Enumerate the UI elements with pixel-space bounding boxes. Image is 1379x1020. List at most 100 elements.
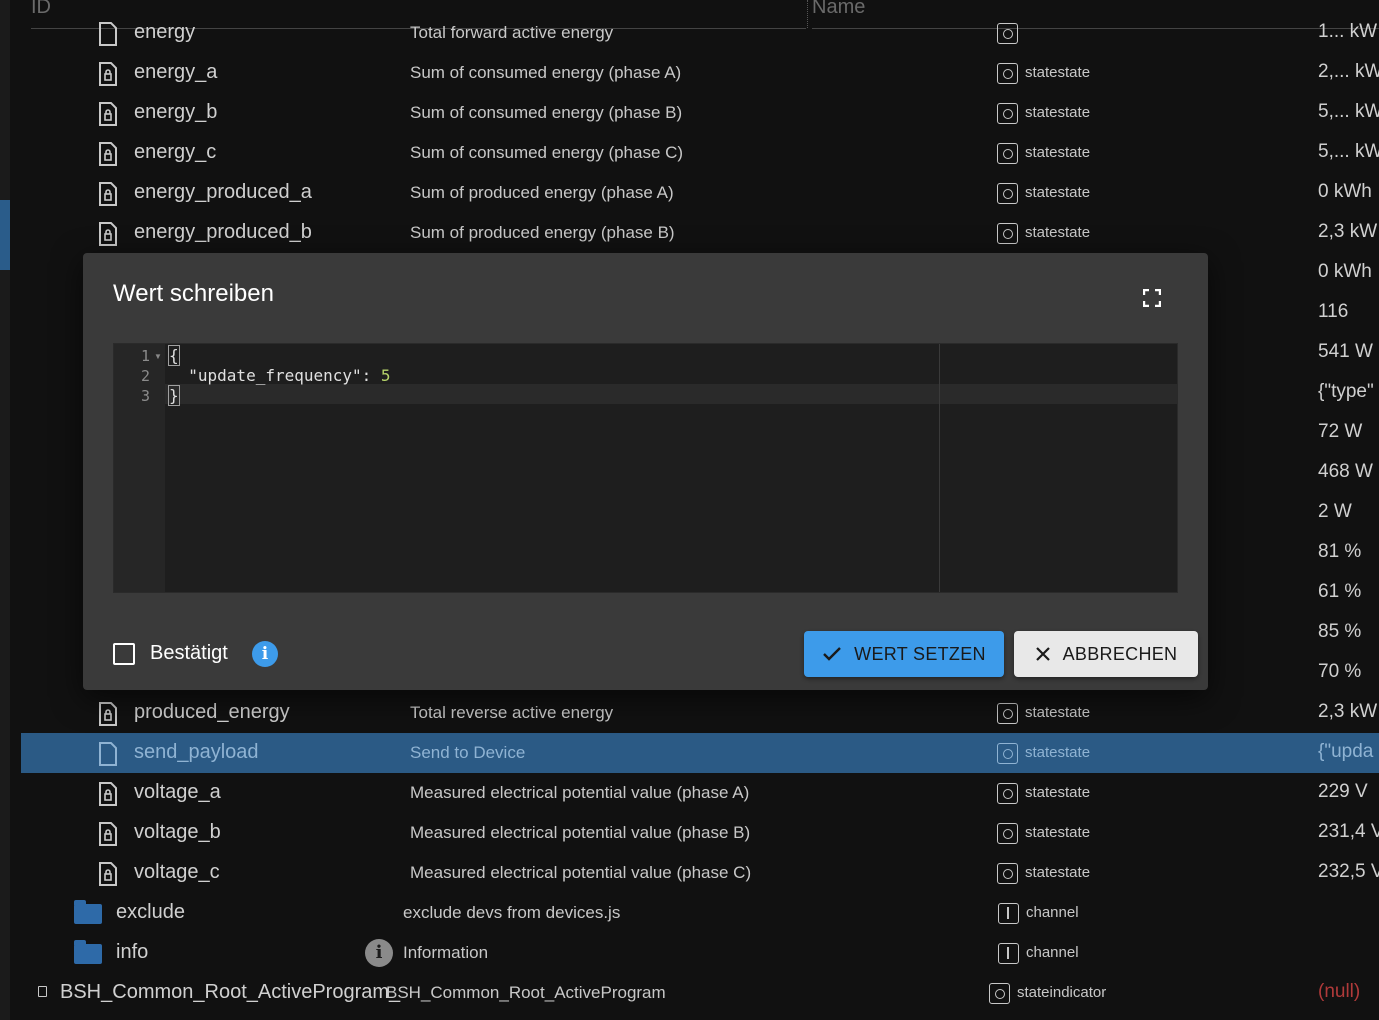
row-value[interactable]: 0 kWh	[1318, 181, 1372, 203]
editor-gutter: 1 ▼ 2 3	[114, 344, 165, 592]
file-lock-icon	[99, 822, 117, 846]
row-value[interactable]: 72 W	[1318, 421, 1362, 443]
row-role: statestate	[997, 783, 1090, 804]
state-icon	[997, 703, 1018, 724]
row-value[interactable]: 5,... kW	[1318, 101, 1379, 123]
row-value[interactable]: 468 W	[1318, 461, 1373, 483]
set-value-button[interactable]: WERT SETZEN	[804, 631, 1004, 677]
row-name: Measured electrical potential value (pha…	[410, 823, 751, 842]
row-id: info	[116, 941, 149, 963]
table-row[interactable]: voltage_c Measured electrical potential …	[21, 853, 1379, 893]
row-role: statestate	[997, 223, 1090, 244]
row-name: Sum of consumed energy (phase A)	[410, 63, 682, 82]
code-line-1: {	[168, 345, 180, 366]
row-value[interactable]: 2,3 kW	[1318, 701, 1377, 723]
file-lock-icon	[99, 782, 117, 806]
file-lock-icon	[99, 142, 117, 166]
row-name: Measured electrical potential value (pha…	[410, 863, 752, 882]
file-lock-icon	[99, 22, 117, 46]
state-icon	[997, 63, 1018, 84]
line-number: 3	[140, 387, 150, 405]
state-icon	[997, 23, 1018, 44]
row-name: exclude devs from devices.js	[403, 903, 621, 922]
left-panel-accent[interactable]	[0, 200, 10, 270]
state-icon	[997, 143, 1018, 164]
channel-icon	[998, 903, 1019, 924]
table-row[interactable]: produced_energy Total reverse active ene…	[21, 693, 1379, 733]
state-icon	[997, 863, 1018, 884]
row-id: energy	[134, 21, 196, 43]
print-margin	[939, 344, 940, 592]
active-line-highlight	[165, 384, 1177, 404]
row-value[interactable]: 61 %	[1318, 581, 1361, 603]
row-value[interactable]: 229 V	[1318, 781, 1368, 803]
row-id: energy_a	[134, 61, 218, 83]
code-line-2: "update_frequency": 5	[188, 366, 391, 385]
row-value[interactable]: 1... kW	[1318, 21, 1377, 43]
row-value[interactable]: 85 %	[1318, 621, 1361, 643]
table-row[interactable]: energy_produced_a Sum of produced energy…	[21, 173, 1379, 213]
row-role: statestate	[997, 63, 1090, 84]
confirmed-checkbox[interactable]	[113, 643, 135, 665]
row-id: energy_produced_b	[134, 221, 312, 243]
row-value[interactable]: 5,... kW	[1318, 141, 1379, 163]
state-icon	[989, 983, 1010, 1004]
row-value[interactable]: {"upda	[1318, 741, 1373, 763]
row-value[interactable]: 541 W	[1318, 341, 1373, 363]
row-value[interactable]: 116	[1318, 301, 1348, 323]
row-name: Total forward active energy	[410, 23, 614, 42]
row-value[interactable]: 2,3 kW	[1318, 221, 1377, 243]
row-value-null[interactable]: (null)	[1318, 981, 1360, 1003]
row-name: Sum of produced energy (phase A)	[410, 183, 674, 202]
row-value[interactable]: 81 %	[1318, 541, 1361, 563]
line-number: 2	[140, 367, 150, 385]
table-row[interactable]: energy_a Sum of consumed energy (phase A…	[21, 53, 1379, 93]
row-id: voltage_b	[134, 821, 221, 843]
row-name: Measured electrical potential value (pha…	[410, 783, 750, 802]
row-name: Total reverse active energy	[410, 703, 614, 722]
row-value[interactable]: {"type"	[1318, 381, 1374, 403]
row-role: statestate	[997, 143, 1090, 164]
table-row[interactable]: voltage_a Measured electrical potential …	[21, 773, 1379, 813]
row-value[interactable]: 231,4 V	[1318, 821, 1379, 843]
row-value[interactable]: 2,... kW	[1318, 61, 1379, 83]
table-row[interactable]: energy_b Sum of consumed energy (phase B…	[21, 93, 1379, 133]
table-row[interactable]: energy_produced_b Sum of produced energy…	[21, 213, 1379, 253]
confirmed-label[interactable]: Bestätigt	[150, 642, 228, 665]
row-id: produced_energy	[134, 701, 290, 723]
file-lock-icon	[99, 102, 117, 126]
state-icon	[997, 823, 1018, 844]
row-role: channel	[998, 943, 1079, 964]
dialog-title: Wert schreiben	[113, 280, 274, 307]
info-icon[interactable]: i	[365, 939, 393, 967]
row-role: statestate	[997, 103, 1090, 124]
table-row[interactable]: energy Total forward active energy 1... …	[21, 13, 1379, 53]
state-icon	[997, 223, 1018, 244]
info-icon[interactable]: i	[252, 641, 278, 667]
fold-arrow-icon[interactable]: ▼	[154, 352, 162, 361]
row-name: Sum of consumed energy (phase B)	[410, 103, 683, 122]
folder-icon	[74, 900, 102, 924]
code-editor[interactable]: 1 ▼ 2 3 { "update_frequency": 5 }	[113, 343, 1178, 593]
table-row-selected[interactable]: send_payload Send to Device statestate {…	[21, 733, 1379, 773]
table-row[interactable]: energy_c Sum of consumed energy (phase C…	[21, 133, 1379, 173]
state-icon	[997, 103, 1018, 124]
row-name: Information	[403, 943, 489, 962]
file-lock-icon	[99, 62, 117, 86]
table-row-root[interactable]: BSH_Common_Root_ActiveProgram_ BSH_Commo…	[21, 973, 1379, 1013]
row-value[interactable]: 0 kWh	[1318, 261, 1372, 283]
file-lock-icon	[99, 182, 117, 206]
folder-row-exclude[interactable]: exclude exclude devs from devices.js cha…	[21, 893, 1379, 933]
cancel-button[interactable]: ABBRECHEN	[1014, 631, 1198, 677]
fullscreen-icon[interactable]	[1143, 289, 1161, 307]
line-number: 1	[140, 347, 150, 365]
row-value[interactable]: 70 %	[1318, 661, 1361, 683]
left-panel-strip	[0, 0, 10, 1020]
table-row[interactable]: voltage_b Measured electrical potential …	[21, 813, 1379, 853]
row-id: voltage_a	[134, 781, 221, 803]
folder-row-info[interactable]: info i Information channel	[21, 933, 1379, 973]
row-value[interactable]: 2 W	[1318, 501, 1352, 523]
check-icon	[823, 647, 842, 661]
file-lock-icon	[99, 862, 117, 886]
row-value[interactable]: 232,5 V	[1318, 861, 1379, 883]
